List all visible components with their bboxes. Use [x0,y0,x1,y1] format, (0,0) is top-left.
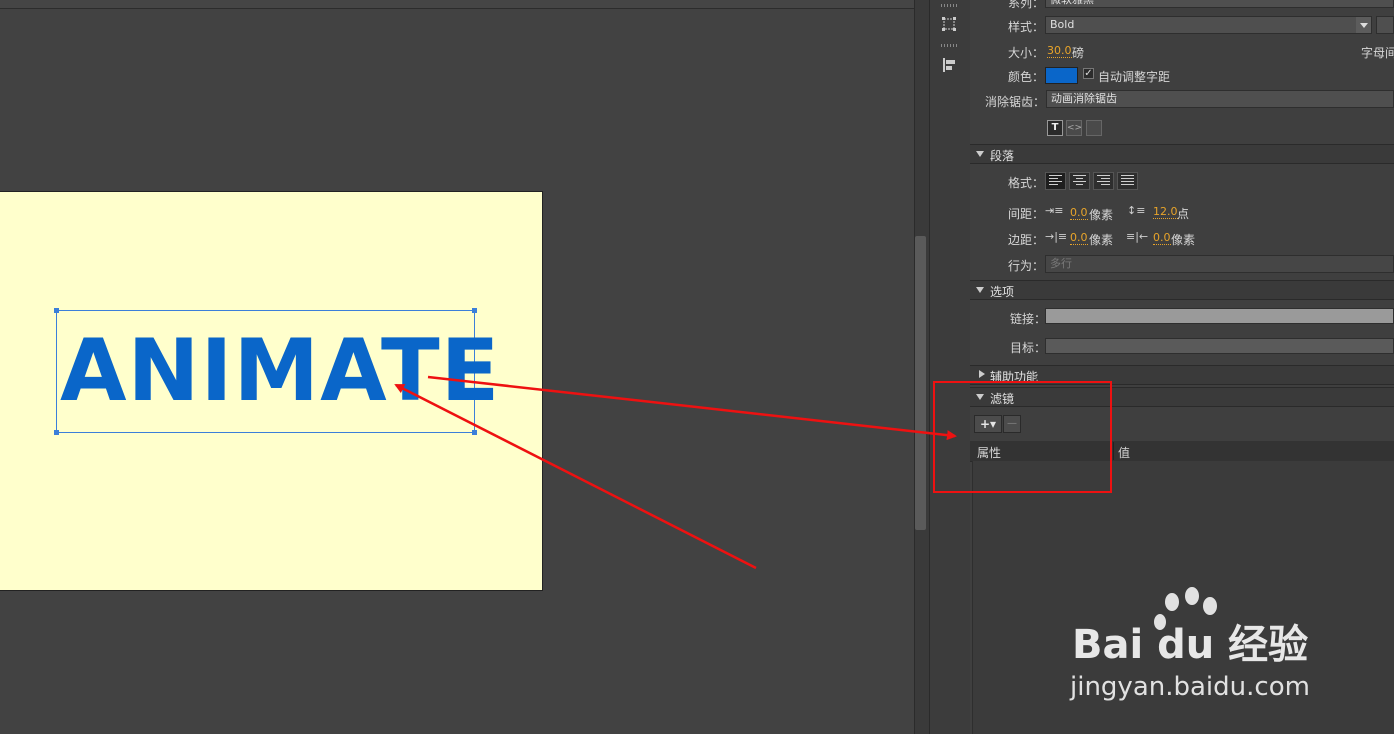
indent-unit: 像素 [1089,208,1114,222]
collapse-triangle-icon [976,287,984,293]
expand-triangle-icon [979,370,985,378]
left-margin-unit: 像素 [1089,233,1114,247]
panel-grip-icon[interactable] [941,4,959,7]
html-render-toggle-icon[interactable]: <> [1066,120,1082,136]
panel-grip-icon[interactable] [941,44,959,47]
border-toggle-icon[interactable] [1086,120,1102,136]
align-right-button[interactable] [1093,172,1114,190]
line-spacing-unit: 点 [1177,207,1190,221]
family-label: 系列： [1008,0,1045,10]
watermark-url: jingyan.baidu.com [1070,672,1310,702]
right-margin-value[interactable]: 0.0 [1153,232,1171,245]
size-unit: 磅 [1072,46,1085,60]
selectable-toggle-icon[interactable]: T [1047,120,1063,136]
section-title: 段落 [990,149,1015,163]
link-label: 链接： [1010,312,1047,326]
link-input[interactable] [1045,308,1394,324]
margin-label: 边距： [1008,233,1045,247]
text-color-swatch[interactable] [1045,67,1078,84]
highlight-box [933,381,1112,493]
indent-icon: ⇥≡ [1045,204,1064,217]
auto-kern-label: 自动调整字距 [1098,70,1171,84]
behavior-select[interactable]: 多行 [1045,255,1394,273]
col-value: 值 [1118,446,1131,460]
font-family-select[interactable]: 微软雅黑 [1045,0,1394,8]
left-margin-icon: →|≡ [1045,230,1068,243]
resize-handle[interactable] [472,430,477,435]
align-icon [943,58,955,72]
spacing-label: 间距： [1008,207,1045,221]
format-label: 格式： [1008,176,1045,190]
right-margin-icon: ≡|← [1126,230,1149,243]
letter-spacing-label: 字母间 [1361,46,1394,60]
behavior-label: 行为： [1008,259,1045,273]
watermark-logo: Bai du 经验 [1072,622,1309,668]
auto-kern-checkbox[interactable]: ✓ [1083,68,1094,79]
antialias-label: 消除锯齿： [985,95,1046,109]
font-size-value[interactable]: 30.0 [1047,45,1072,58]
chevron-down-icon[interactable] [1356,17,1371,33]
section-options[interactable]: 选项 [970,280,1394,300]
resize-handle[interactable] [54,308,59,313]
line-spacing-icon: ↕≡ [1127,204,1146,217]
line-spacing-value[interactable]: 12.0 [1153,206,1178,219]
font-style-select[interactable]: Bold [1045,16,1372,34]
section-paragraph[interactable]: 段落 [970,144,1394,164]
section-title: 选项 [990,285,1015,299]
align-tool-button[interactable] [936,53,962,77]
target-label: 目标： [1010,341,1047,355]
right-margin-unit: 像素 [1171,233,1196,247]
tool-strip [929,0,971,734]
left-margin-value[interactable]: 0.0 [1070,232,1088,245]
align-justify-button[interactable] [1117,172,1138,190]
target-select[interactable] [1045,338,1394,354]
scrollbar-thumb[interactable] [915,236,926,530]
column-divider[interactable] [1113,442,1114,460]
indent-value[interactable]: 0.0 [1070,207,1088,220]
color-label: 颜色： [1008,70,1045,84]
resize-handle[interactable] [472,308,477,313]
size-label: 大小： [1008,46,1045,60]
align-center-button[interactable] [1069,172,1090,190]
stage-toolbar [0,0,916,9]
align-left-button[interactable] [1045,172,1066,190]
resize-handle[interactable] [54,430,59,435]
transform-tool-button[interactable] [936,12,962,36]
collapse-triangle-icon [976,151,984,157]
style-extra-field[interactable] [1376,16,1394,34]
style-label: 样式： [1008,20,1045,34]
transform-icon [942,17,956,31]
antialias-select[interactable]: 动画消除锯齿 [1046,90,1394,108]
stage-text-object[interactable]: ANIMATE [60,328,500,414]
